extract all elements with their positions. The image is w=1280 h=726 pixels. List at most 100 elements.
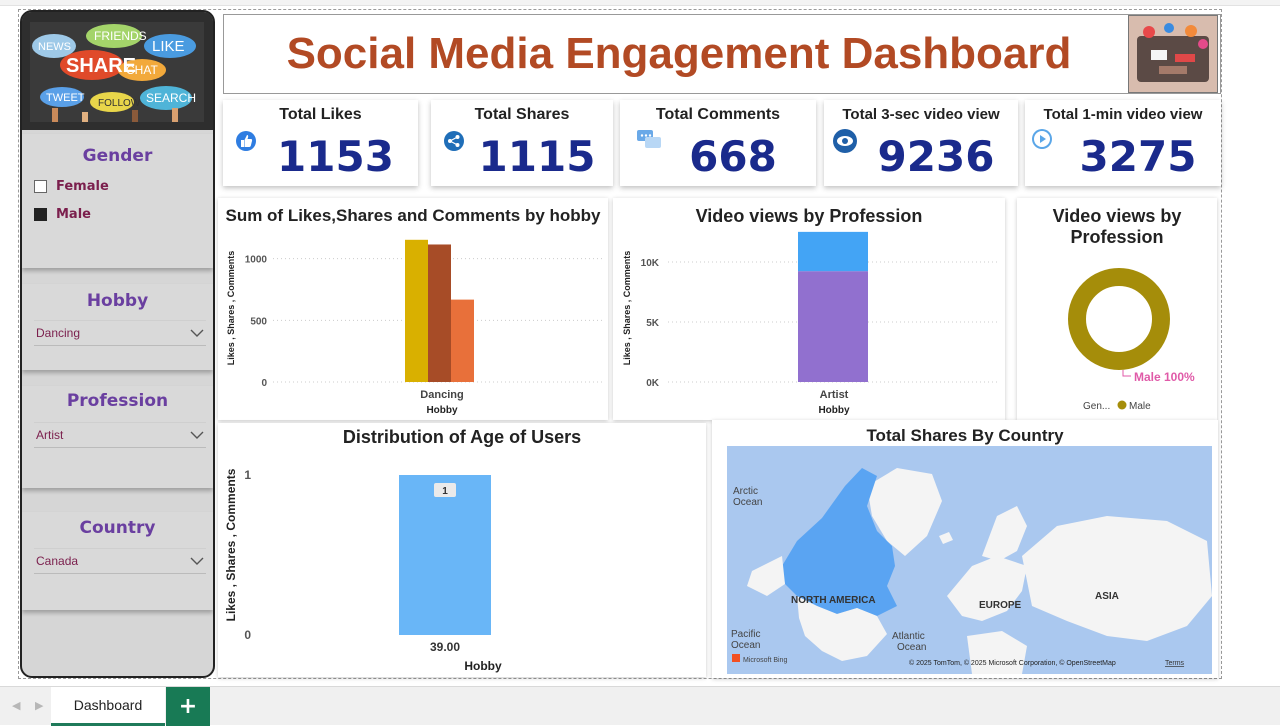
hobby-dropdown-value: Dancing <box>36 326 81 340</box>
tab-scroll-left-icon[interactable]: ◀ <box>12 699 20 712</box>
kpi-value-likes: 1153 <box>277 132 394 181</box>
kpi-card-shares: Total Shares 1115 <box>431 100 613 186</box>
hobby-filter-card: Hobby Dancing <box>22 284 213 370</box>
map-label-europe: EUROPE <box>979 600 1022 611</box>
map-label-atlantic-ocean-1: Atlantic <box>892 631 925 642</box>
country-filter-card: Country Canada <box>22 512 213 610</box>
female-checkbox[interactable] <box>34 179 47 193</box>
chart1-bar <box>405 239 428 382</box>
logo-word-follow: FOLLOW <box>98 98 141 109</box>
logo-word-news: NEWS <box>38 41 71 53</box>
kpi-label-comments: Total Comments <box>655 106 781 123</box>
kpi-label-3sec-views: Total 3-sec video view <box>842 106 1000 123</box>
chart3-donut-slice <box>1068 268 1170 370</box>
chevron-down-icon <box>190 329 204 337</box>
kpi-value-1min-views: 3275 <box>1079 132 1197 181</box>
chart1-y-axis-label: Likes , Shares , Comments <box>226 251 236 366</box>
map-label-arctic-ocean-1: Arctic <box>733 486 758 497</box>
map-label-atlantic-ocean-2: Ocean <box>897 642 926 653</box>
bing-logo-text: Microsoft Bing <box>743 657 787 664</box>
dashboard-title-box: Social Media Engagement Dashboard <box>223 14 1221 94</box>
chart4-x-tick: 39.00 <box>430 640 460 654</box>
chart2-x-tick: Artist <box>820 389 849 401</box>
chart3-data-label: Male 100% <box>1134 370 1195 384</box>
tab-dashboard[interactable]: Dashboard <box>51 687 165 726</box>
kpi-label-1min-views: Total 1-min video view <box>1043 106 1203 123</box>
dashboard-title: Social Media Engagement Dashboard <box>286 29 1072 78</box>
chevron-down-icon <box>190 431 204 439</box>
kpi-label-shares: Total Shares <box>474 106 570 123</box>
chart1-y-tick: 1000 <box>245 255 268 266</box>
profession-filter-title: Profession <box>66 391 169 411</box>
map-label-asia: ASIA <box>1095 591 1119 602</box>
chart2-bar-segment <box>798 271 868 382</box>
chart-likes-shares-comments: Sum of Likes,Shares and Comments by hobb… <box>218 198 608 420</box>
country-filter-title: Country <box>79 518 156 538</box>
chart2-svg: 0K 5K 10K Artist Hobby Likes , Shares , Comme… <box>622 231 998 416</box>
kpi-value-comments: 668 <box>689 132 777 181</box>
chart1-x-tick: Dancing <box>420 389 463 401</box>
country-dropdown[interactable]: Canada <box>34 548 206 574</box>
filter-sidebar: NEWS FRIENDS LIKE SHARE CHAT TWEET FOLLO… <box>20 10 215 678</box>
chart1-y-tick: 500 <box>250 316 267 327</box>
chart3-legend-marker <box>1117 400 1127 410</box>
chart2-y-tick: 10K <box>641 258 660 269</box>
chart4-y-axis-label: Likes , Shares , Comments <box>224 468 238 621</box>
social-media-header-image <box>1128 15 1218 93</box>
gender-option-female[interactable]: Female <box>34 172 213 200</box>
gender-filter-title: Gender <box>82 146 153 166</box>
kpi-label-likes: Total Likes <box>279 106 362 123</box>
profession-dropdown[interactable]: Artist <box>34 422 206 448</box>
map-terms-link[interactable]: Terms <box>1165 660 1185 667</box>
hobby-dropdown[interactable]: Dancing <box>34 320 206 346</box>
map-label-pacific-ocean-1: Pacific <box>731 629 760 640</box>
chart3-legend-title: Gen... <box>1083 401 1110 412</box>
chart1-x-axis-label: Hobby <box>426 405 458 416</box>
chart2-y-tick: 0K <box>646 378 660 389</box>
logo-word-chat: CHAT <box>126 63 158 77</box>
chart3-label-leader <box>1122 370 1131 377</box>
play-icon <box>1032 129 1052 149</box>
logo-word-search: SEARCH <box>146 91 196 105</box>
gender-filter-card: Gender Female Male <box>22 134 213 268</box>
add-page-button[interactable]: + <box>166 687 210 726</box>
chart2-x-axis-label: Hobby <box>818 405 850 416</box>
chevron-down-icon <box>190 557 204 565</box>
top-toolbar-edge <box>0 0 1280 6</box>
map-label-north-america: NORTH AMERICA <box>791 595 876 606</box>
map-title: Total Shares By Country <box>866 426 1064 445</box>
country-dropdown-value: Canada <box>36 554 79 568</box>
chart2-bar-segment <box>798 231 868 272</box>
chart2-y-axis-label: Likes , Shares , Comments <box>622 251 632 366</box>
sheet-tab-bar: ◀ ▶ Dashboard + <box>0 686 1280 726</box>
hobby-filter-title: Hobby <box>86 291 149 311</box>
kpi-value-shares: 1115 <box>478 132 596 181</box>
world-map[interactable]: Arctic Ocean NORTH AMERICA EUROPE ASIA P… <box>727 446 1212 674</box>
chart-video-views-donut: Video views by Profession Male 100% Gen..… <box>1017 198 1217 420</box>
chart1-bar <box>451 299 474 382</box>
map-label-arctic-ocean-2: Ocean <box>733 497 762 508</box>
kpi-card-3sec-views: Total 3-sec video view 9236 <box>824 100 1018 186</box>
chart4-data-label: 1 <box>442 486 448 497</box>
profession-dropdown-value: Artist <box>36 428 64 442</box>
chart3-legend-item: Male <box>1129 401 1151 412</box>
profession-filter-card: Profession Artist <box>22 386 213 488</box>
male-checkbox[interactable] <box>34 207 47 221</box>
male-label: Male <box>56 206 91 222</box>
gender-option-male[interactable]: Male <box>34 200 213 228</box>
logo-word-tweet: TWEET <box>46 92 85 104</box>
map-label-pacific-ocean-2: Ocean <box>731 640 760 651</box>
chart4-y-tick: 1 <box>244 468 251 482</box>
chart1-bar <box>428 244 451 382</box>
tab-scroll-right-icon[interactable]: ▶ <box>35 699 43 712</box>
chart4-svg: 0 1 1 39.00 Hobby Likes , Shares , Comments <box>224 468 502 673</box>
kpi-card-likes: Total Likes 1153 <box>223 100 418 186</box>
kpi-card-1min-views: Total 1-min video view 3275 <box>1025 100 1221 186</box>
chart4-x-axis-label: Hobby <box>464 659 502 673</box>
chart4-bar <box>399 475 491 635</box>
chart4-y-tick: 0 <box>244 628 251 642</box>
chart-video-views-stacked: Video views by Profession 0K 5K 10K Artist H… <box>613 198 1005 420</box>
logo-word-friends: FRIENDS <box>94 29 147 43</box>
chart1-y-tick: 0 <box>261 378 267 389</box>
kpi-value-3sec-views: 9236 <box>877 132 995 181</box>
